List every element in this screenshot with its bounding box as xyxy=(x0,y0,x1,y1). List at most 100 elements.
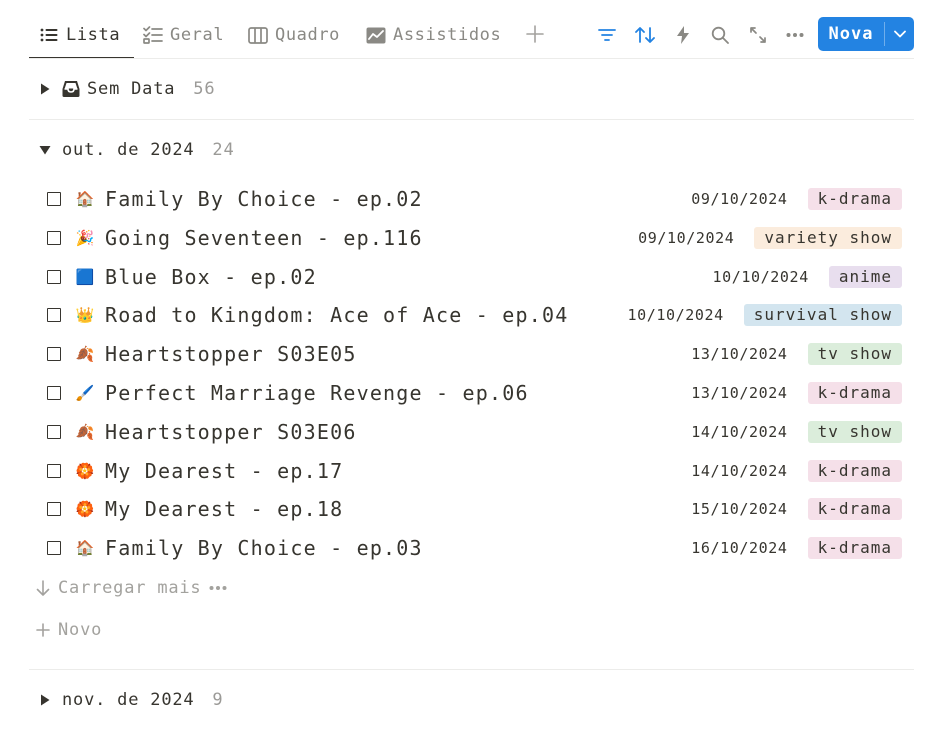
checkbox[interactable] xyxy=(47,308,61,322)
tab-assistidos[interactable]: Assistidos xyxy=(366,21,501,49)
checkbox[interactable] xyxy=(47,541,61,555)
new-button-label[interactable]: Nova xyxy=(818,17,884,51)
load-more-button[interactable]: Carregar mais xyxy=(36,576,227,600)
item-title[interactable]: Heartstopper S03E06 xyxy=(105,417,357,447)
list-item[interactable]: 🍂 Heartstopper S03E05 13/10/2024 tv show xyxy=(47,339,902,371)
group-label: Sem Data xyxy=(87,79,176,99)
item-properties: 16/10/2024 k-drama xyxy=(691,537,902,559)
item-properties: 14/10/2024 tv show xyxy=(691,421,902,443)
new-entry-button[interactable]: Nova xyxy=(818,17,914,51)
chevron-down-icon[interactable] xyxy=(885,17,914,51)
group-divider xyxy=(29,669,914,670)
group-header-oct-2024[interactable]: out. de 2024 24 xyxy=(38,137,235,163)
item-properties: 09/10/2024 variety show xyxy=(638,227,902,249)
item-title[interactable]: My Dearest - ep.18 xyxy=(105,494,343,524)
group-divider xyxy=(29,119,914,120)
group-count: 9 xyxy=(212,690,224,710)
item-title[interactable]: Family By Choice - ep.02 xyxy=(105,184,423,214)
category-tag: tv show xyxy=(807,343,902,365)
page-emoji-icon: 🏠 xyxy=(75,190,95,208)
item-date: 15/10/2024 xyxy=(691,500,788,518)
chart-icon xyxy=(366,25,386,45)
tab-geral[interactable]: Geral xyxy=(143,21,224,49)
checkbox[interactable] xyxy=(47,192,61,206)
page-emoji-icon: 🍂 xyxy=(75,423,95,441)
list-item[interactable]: 🏵️ My Dearest - ep.17 14/10/2024 k-drama xyxy=(47,456,902,488)
item-title[interactable]: Road to Kingdom: Ace of Ace - ep.04 xyxy=(105,300,568,330)
item-date: 13/10/2024 xyxy=(691,345,788,363)
expand-icon[interactable] xyxy=(747,24,769,46)
page-emoji-icon: 🏠 xyxy=(75,539,95,557)
item-properties: 14/10/2024 k-drama xyxy=(691,460,902,482)
tab-quadro[interactable]: Quadro xyxy=(248,21,340,49)
page-emoji-icon: 🍂 xyxy=(75,345,95,363)
item-properties: 13/10/2024 k-drama xyxy=(691,382,902,404)
inbox-icon xyxy=(62,80,80,98)
list-item[interactable]: 🏠 Family By Choice - ep.03 16/10/2024 k-dra… xyxy=(47,533,902,565)
caret-right-icon[interactable] xyxy=(38,693,52,707)
plus-icon xyxy=(36,622,50,638)
new-item-button[interactable]: Novo xyxy=(36,618,102,642)
more-icon[interactable] xyxy=(784,24,806,46)
caret-down-icon[interactable] xyxy=(38,143,52,157)
checkbox[interactable] xyxy=(47,425,61,439)
checkbox[interactable] xyxy=(47,231,61,245)
list-item[interactable]: 🏵️ My Dearest - ep.18 15/10/2024 k-drama xyxy=(47,494,902,526)
more-icon xyxy=(209,585,227,591)
category-tag: survival show xyxy=(743,304,902,326)
list-item[interactable]: 🍂 Heartstopper S03E06 14/10/2024 tv show xyxy=(47,417,902,449)
list-item[interactable]: 🟦 Blue Box - ep.02 10/10/2024 anime xyxy=(47,262,902,294)
sort-icon[interactable] xyxy=(634,24,656,46)
group-count: 56 xyxy=(193,79,216,99)
group-count: 24 xyxy=(212,140,235,160)
checkbox[interactable] xyxy=(47,502,61,516)
caret-right-icon[interactable] xyxy=(38,82,52,96)
item-properties: 13/10/2024 tv show xyxy=(691,343,902,365)
group-header-nov-2024[interactable]: nov. de 2024 9 xyxy=(38,687,223,713)
item-title[interactable]: Blue Box - ep.02 xyxy=(105,262,317,292)
page-emoji-icon: 🎉 xyxy=(75,229,95,247)
search-icon[interactable] xyxy=(709,24,731,46)
list-item[interactable]: 👑 Road to Kingdom: Ace of Ace - ep.04 10/1… xyxy=(47,300,902,332)
item-title[interactable]: My Dearest - ep.17 xyxy=(105,456,343,486)
tab-label: Lista xyxy=(66,25,121,45)
item-date: 10/10/2024 xyxy=(627,306,724,324)
checklist-icon xyxy=(143,25,163,45)
group-header-no-date[interactable]: Sem Data 56 xyxy=(38,76,215,102)
checkbox[interactable] xyxy=(47,270,61,284)
item-title[interactable]: Heartstopper S03E05 xyxy=(105,339,357,369)
item-title[interactable]: Family By Choice - ep.03 xyxy=(105,533,423,563)
category-tag: k-drama xyxy=(807,498,902,520)
item-date: 14/10/2024 xyxy=(691,423,788,441)
checkbox[interactable] xyxy=(47,347,61,361)
category-tag: k-drama xyxy=(807,537,902,559)
page-emoji-icon: 🏵️ xyxy=(75,462,95,480)
item-date: 10/10/2024 xyxy=(712,268,809,286)
toolbar-divider xyxy=(29,58,914,59)
add-view-icon[interactable] xyxy=(524,23,546,45)
load-more-label: Carregar mais xyxy=(58,578,202,598)
tab-label: Quadro xyxy=(275,25,341,45)
category-tag: k-drama xyxy=(807,188,902,210)
item-properties: 10/10/2024 anime xyxy=(713,266,902,288)
checkbox[interactable] xyxy=(47,386,61,400)
lightning-icon[interactable] xyxy=(672,24,694,46)
item-properties: 10/10/2024 survival show xyxy=(627,304,902,326)
item-title[interactable]: Going Seventeen - ep.116 xyxy=(105,223,423,253)
tab-lista[interactable]: Lista xyxy=(39,21,120,49)
list-item[interactable]: 🏠 Family By Choice - ep.02 09/10/2024 k-dra… xyxy=(47,184,902,216)
page-emoji-icon: 🟦 xyxy=(75,268,95,286)
item-properties: 09/10/2024 k-drama xyxy=(691,188,902,210)
board-icon xyxy=(248,25,268,45)
page-emoji-icon: 👑 xyxy=(75,306,95,324)
checkbox[interactable] xyxy=(47,464,61,478)
list-item[interactable]: 🖌️ Perfect Marriage Revenge - ep.06 13/10/… xyxy=(47,378,902,410)
filter-icon[interactable] xyxy=(596,24,618,46)
category-tag: anime xyxy=(828,266,902,288)
arrow-down-icon xyxy=(36,580,50,596)
category-tag: variety show xyxy=(754,227,902,249)
item-date: 09/10/2024 xyxy=(691,190,788,208)
item-title[interactable]: Perfect Marriage Revenge - ep.06 xyxy=(105,378,529,408)
item-date: 09/10/2024 xyxy=(638,229,735,247)
list-item[interactable]: 🎉 Going Seventeen - ep.116 09/10/2024 varie… xyxy=(47,223,902,255)
